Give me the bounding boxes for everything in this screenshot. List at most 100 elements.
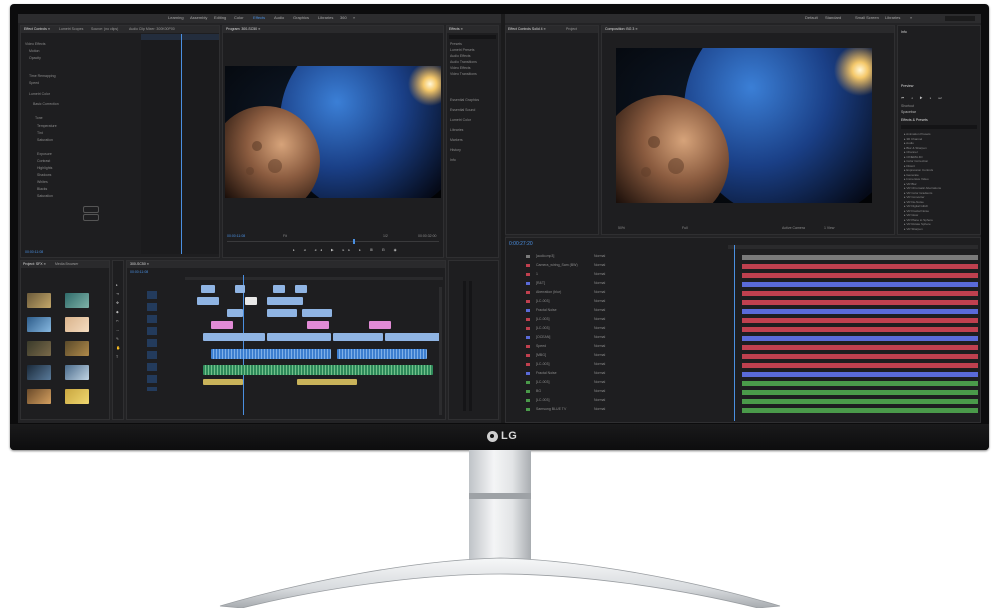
ae-effect-category[interactable]: ▸ VR Chromatic Aberrations (904, 186, 941, 190)
project-thumbnail[interactable] (27, 341, 51, 356)
effects-section[interactable]: Lumetri Color (450, 118, 471, 122)
timeline-clip[interactable] (295, 285, 307, 293)
ae-effect-category[interactable]: ▸ Animation Presets (904, 132, 931, 136)
ae-layer-name[interactable]: Fractal Noise (536, 371, 557, 375)
ae-layer-mode[interactable]: Normal (594, 308, 605, 312)
ae-timeline-time[interactable]: 0:00:27:20 (509, 241, 533, 247)
effects-item[interactable]: Audio Effects (450, 54, 471, 58)
ae-layer-mode[interactable]: Normal (594, 353, 605, 357)
tab-effects[interactable]: Effects ≡ (449, 27, 463, 31)
program-timecode-left[interactable]: 00:00:11:08 (227, 234, 245, 238)
ae-layer-mode[interactable]: Normal (594, 263, 605, 267)
ae-workspace-default[interactable]: Default (805, 15, 818, 20)
effects-item[interactable]: Lumetri Presets (450, 48, 475, 52)
ae-effect-category[interactable]: ▸ VR Rotate Sphere (904, 222, 931, 226)
effects-section[interactable]: Markers (450, 138, 463, 142)
tab-lumetri-scopes[interactable]: Lumetri Scopes (59, 27, 83, 31)
program-ratio[interactable]: 1/2 (383, 234, 388, 238)
timeline-clip[interactable] (267, 333, 331, 341)
ae-workspace-small[interactable]: Small Screen (855, 15, 879, 20)
ae-layer-color-label[interactable] (526, 354, 530, 357)
ae-layer-bar[interactable] (742, 282, 978, 287)
project-thumbnail[interactable] (65, 389, 89, 404)
ae-effect-category[interactable]: ▸ VR Digital Glitch (904, 204, 928, 208)
ae-layer-mode[interactable]: Normal (594, 281, 605, 285)
ae-effect-category[interactable]: ▸ 3D Channel (904, 137, 922, 141)
ae-layer-name[interactable]: Samsung BLUE TV (536, 407, 566, 411)
timeline-clip[interactable] (385, 333, 441, 341)
ae-layer-bar[interactable] (742, 363, 978, 368)
ae-layer-mode[interactable]: Normal (594, 254, 605, 258)
ae-layer-color-label[interactable] (526, 399, 530, 402)
timeline-clip[interactable] (227, 309, 243, 317)
ae-effects-presets-title[interactable]: Effects & Presets (901, 118, 928, 122)
ae-layer-mode[interactable]: Normal (594, 389, 605, 393)
ae-layer-color-label[interactable] (526, 255, 530, 258)
ae-layer-mode[interactable]: Normal (594, 380, 605, 384)
menu-effects[interactable]: Effects (253, 15, 265, 20)
tab-effect-controls[interactable]: Effect Controls ≡ (24, 27, 50, 31)
timeline-timecode[interactable]: 00:00:11:08 (130, 270, 148, 274)
timeline-clip[interactable] (235, 285, 245, 293)
timeline-clip[interactable] (267, 297, 303, 305)
reset-button[interactable] (83, 206, 99, 213)
ec-row[interactable]: Lumetri Color (29, 92, 50, 96)
ae-layer-mode[interactable]: Normal (594, 407, 605, 411)
effects-item[interactable]: Video Effects (450, 66, 471, 70)
ae-layer-bar[interactable] (742, 264, 978, 269)
tab-program[interactable]: Program: 300-SC50 ≡ (226, 27, 260, 31)
ec-row[interactable]: Motion (29, 49, 40, 53)
tab-media-browser[interactable]: Media Browser (55, 262, 78, 266)
ae-workspace-more[interactable]: » (910, 15, 912, 20)
ae-layer-name[interactable]: [LC-003] (536, 362, 549, 366)
program-playhead[interactable] (353, 239, 355, 244)
ae-layer-bar[interactable] (742, 399, 978, 404)
ec-row[interactable]: Highlights (37, 166, 52, 170)
ae-comp-zoom[interactable]: 50% (618, 226, 625, 230)
timeline-playhead[interactable] (243, 275, 244, 415)
ae-layer-name[interactable]: [LC-003] (536, 398, 549, 402)
timeline-clip[interactable] (333, 333, 383, 341)
ae-layer-mode[interactable]: Normal (594, 398, 605, 402)
ae-layer-bar[interactable] (742, 336, 978, 341)
project-thumbnail[interactable] (27, 389, 51, 404)
timeline-clip[interactable] (245, 297, 257, 305)
menu-assembly[interactable]: Assembly (190, 15, 207, 20)
tab-ae-effect-controls[interactable]: Effect Controls Solid 4 ≡ (508, 27, 546, 31)
ae-layer-bar[interactable] (742, 309, 978, 314)
ec-row[interactable]: Saturation (37, 138, 53, 142)
ae-layer-color-label[interactable] (526, 273, 530, 276)
effects-section[interactable]: Libraries (450, 128, 463, 132)
ae-layer-color-label[interactable] (526, 363, 530, 366)
ae-layer-color-label[interactable] (526, 300, 530, 303)
ae-effect-category[interactable]: ▸ VR Glow (904, 213, 918, 217)
effects-section[interactable]: History (450, 148, 461, 152)
effects-section[interactable]: Info (450, 158, 456, 162)
ae-layer-color-label[interactable] (526, 264, 530, 267)
ae-layer-mode[interactable]: Normal (594, 335, 605, 339)
ec-row[interactable]: Time Remapping (29, 74, 56, 78)
ae-layer-bar[interactable] (742, 390, 978, 395)
timeline-clip[interactable] (267, 309, 297, 317)
ae-effect-category[interactable]: ▸ Expression Controls (904, 168, 933, 172)
ae-layer-mode[interactable]: Normal (594, 299, 605, 303)
tool-icons[interactable]: ▸ ⇥ ✥ ◆ ✂ ↔ ✎ ✋ T (116, 281, 120, 362)
ae-layer-mode[interactable]: Normal (594, 362, 605, 366)
ae-layer-color-label[interactable] (526, 345, 530, 348)
ae-layer-bar[interactable] (742, 327, 978, 332)
tab-source[interactable]: Source: (no clips) (91, 27, 118, 31)
timeline-clip[interactable] (307, 321, 329, 329)
ae-effect-category[interactable]: ▸ VR Plane to Sphere (904, 218, 933, 222)
ae-layer-color-label[interactable] (526, 381, 530, 384)
ae-layer-name[interactable]: BG (536, 389, 541, 393)
timeline-clip[interactable] (203, 333, 265, 341)
ae-layer-mode[interactable]: Normal (594, 272, 605, 276)
ae-layer-name[interactable]: [R&T] (536, 281, 545, 285)
project-thumbnail[interactable] (65, 341, 89, 356)
ae-layer-mode[interactable]: Normal (594, 371, 605, 375)
track-toggles[interactable] (147, 291, 157, 391)
ae-layer-bar[interactable] (742, 345, 978, 350)
timeline-clip[interactable] (197, 297, 219, 305)
project-thumbnail[interactable] (65, 293, 89, 308)
ae-shortcut-value[interactable]: Spacebar (901, 110, 916, 114)
